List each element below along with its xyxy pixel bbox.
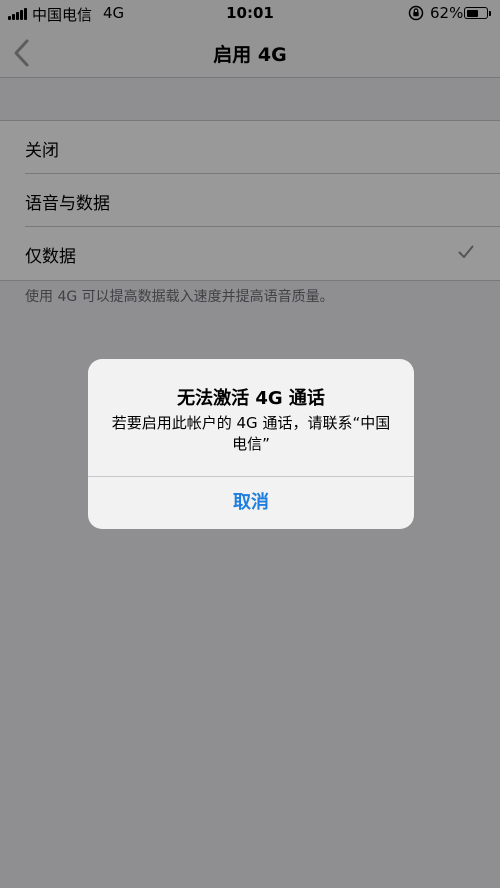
alert-dialog: 无法激活 4G 通话 若要启用此帐户的 4G 通话，请联系“中国电信” 取消 bbox=[88, 359, 414, 529]
cancel-button[interactable]: 取消 bbox=[88, 477, 414, 529]
alert-title: 无法激活 4G 通话 bbox=[177, 388, 325, 409]
screen: 中国电信 4G 10:01 62% 启用 4G 关闭 语音与数据 仅数据 使用 … bbox=[0, 0, 500, 888]
alert-message: 若要启用此帐户的 4G 通话，请联系“中国电信” bbox=[111, 414, 391, 453]
